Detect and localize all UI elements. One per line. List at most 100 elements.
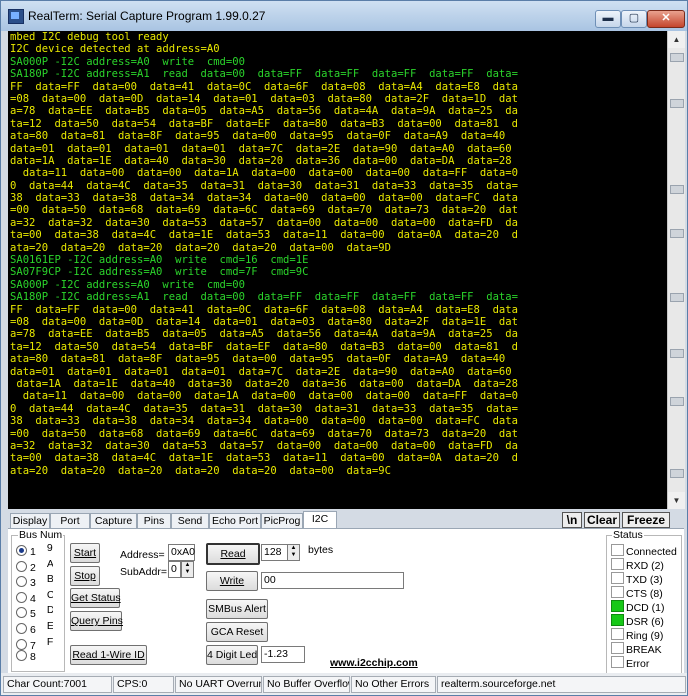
tab-port[interactable]: Port <box>50 513 90 528</box>
bus-num-letter: F <box>46 635 53 648</box>
maximize-button[interactable]: ▢ <box>621 10 647 28</box>
bus-num-letter: 9 <box>46 542 53 554</box>
status-led-icon <box>611 642 624 654</box>
status-item-label: BREAK <box>626 644 662 656</box>
bus-num-option[interactable]: 19 <box>16 541 53 558</box>
bus-num-letter: A <box>46 557 53 570</box>
freeze-button[interactable]: Freeze <box>622 512 670 528</box>
radio-icon[interactable] <box>16 638 27 650</box>
terminal-line: 0 data=44 data=4C data=35 data=31 data=3… <box>10 402 518 415</box>
terminal-scrollbar[interactable]: ▲ ▼ <box>667 31 685 509</box>
status-item: Connected <box>611 544 677 558</box>
window-title: RealTerm: Serial Capture Program 1.99.0.… <box>28 9 266 23</box>
bus-num-letter: D <box>46 604 53 617</box>
close-button[interactable]: ✕ <box>647 10 685 28</box>
radio-icon[interactable] <box>16 650 27 662</box>
title-bar[interactable]: RealTerm: Serial Capture Program 1.99.0.… <box>1 1 687 31</box>
read-1wire-button[interactable]: Read 1-Wire ID <box>70 645 147 665</box>
newline-button[interactable]: \n <box>562 512 582 528</box>
bytes-label: bytes <box>308 544 334 556</box>
tab-picprog[interactable]: PicProg <box>261 513 303 528</box>
bus-num-option[interactable]: 5D <box>16 603 53 620</box>
address-field[interactable]: 0xA0 <box>168 544 195 561</box>
radio-icon[interactable] <box>16 623 27 634</box>
scroll-marker <box>670 293 684 302</box>
status-item-label: TXD (3) <box>626 574 663 586</box>
tab-send[interactable]: Send <box>171 513 209 528</box>
status-led-icon <box>611 586 624 598</box>
radio-selected-icon[interactable] <box>16 545 27 556</box>
scroll-up-icon[interactable]: ▲ <box>668 31 685 48</box>
terminal-line: data=1A data=1E data=40 data=30 data=20 … <box>10 154 512 167</box>
stop-button[interactable]: Stop <box>70 566 100 586</box>
start-button[interactable]: Start <box>70 543 100 563</box>
read-count-spinner[interactable]: ▲ ▼ <box>287 544 300 561</box>
smbus-alert-button[interactable]: SMBus Alert <box>206 599 268 619</box>
digit-led-field[interactable]: -1.23 <box>261 646 305 663</box>
scroll-marker <box>670 185 684 194</box>
terminal-line: ata=80 data=81 data=8F data=95 data=00 d… <box>10 353 506 366</box>
status-item: TXD (3) <box>611 572 663 586</box>
minimize-button[interactable]: ▬ <box>595 10 621 28</box>
clear-button[interactable]: Clear <box>584 512 620 528</box>
tab-capture[interactable]: Capture <box>90 513 137 528</box>
buffer-overflow-indicator: No Buffer Overflow <box>263 676 350 693</box>
write-data-field[interactable]: 00 <box>261 572 404 589</box>
i2cchip-link[interactable]: www.i2cchip.com <box>330 657 418 669</box>
tab-echo-port[interactable]: Echo Port <box>209 513 261 528</box>
bus-num-option[interactable]: 2A <box>16 557 53 574</box>
terminal-line: =00 data=50 data=68 data=69 data=6C data… <box>10 427 518 440</box>
bus-num-option[interactable]: 6E <box>16 619 53 636</box>
status-item-label: RXD (2) <box>626 560 664 572</box>
read-count-field[interactable]: 128 <box>261 544 288 561</box>
subaddr-spinner[interactable]: ▲ ▼ <box>181 561 194 578</box>
status-led-icon <box>611 544 624 556</box>
terminal-output[interactable]: mbed I2C debug tool ready I2C device dete… <box>8 31 667 509</box>
radio-icon[interactable] <box>16 607 27 619</box>
terminal-line: FF data=FF data=00 data=41 data=0C data=… <box>10 303 518 316</box>
bus-num-option[interactable]: 4C <box>16 588 53 605</box>
status-item-label: DSR (6) <box>626 616 664 628</box>
get-status-button[interactable]: Get Status <box>70 588 121 608</box>
radio-icon[interactable] <box>16 576 27 588</box>
scroll-marker <box>670 53 684 62</box>
terminal-line: ata=80 data=81 data=8F data=95 data=00 d… <box>10 130 506 143</box>
tab-i2c[interactable]: I2C <box>303 511 337 529</box>
terminal-lines: mbed I2C debug tool ready I2C device dete… <box>10 31 518 477</box>
bus-num-option[interactable]: 3B <box>16 572 53 589</box>
tab-display[interactable]: Display <box>10 513 50 528</box>
radio-icon[interactable] <box>16 560 27 572</box>
terminal-line: SA180P -I2C address=A1 read data=00 data… <box>10 291 518 304</box>
status-led-icon <box>611 600 624 612</box>
status-led-icon <box>611 656 624 668</box>
subaddr-field[interactable]: 0 <box>168 561 181 578</box>
scroll-marker <box>670 397 684 406</box>
tab-pins[interactable]: Pins <box>137 513 171 528</box>
scroll-down-icon[interactable]: ▼ <box>668 492 685 509</box>
digit-led-button[interactable]: 4 Digit Led <box>206 645 258 665</box>
terminal-line: ta=00 data=38 data=4C data=1E data=53 da… <box>10 452 518 465</box>
terminal-line: data=11 data=00 data=00 data=1A data=00 … <box>10 390 518 403</box>
terminal-line: a=32 data=32 data=30 data=53 data=57 dat… <box>10 439 518 452</box>
write-button[interactable]: Write <box>206 571 258 591</box>
status-label: Status <box>612 529 644 541</box>
read-button[interactable]: Read <box>206 543 260 565</box>
terminal-line: a=78 data=EE data=B5 data=05 data=A5 dat… <box>10 105 518 118</box>
status-group: Status Connected RXD (2) TXD (3) CTS (8) DCD… <box>606 529 682 674</box>
status-item: RXD (2) <box>611 558 664 572</box>
bus-num-option[interactable]: 7F <box>16 635 53 652</box>
terminal-line: data=01 data=01 data=01 data=01 data=7C … <box>10 142 512 155</box>
radio-icon[interactable] <box>16 591 27 603</box>
scroll-marker <box>670 349 684 358</box>
terminal-line: FF data=FF data=00 data=41 data=0C data=… <box>10 80 518 93</box>
site-label: realterm.sourceforge.net <box>437 676 686 693</box>
scroll-thumb[interactable] <box>670 469 684 478</box>
status-item: Ring (9) <box>611 628 663 642</box>
gca-reset-button[interactable]: GCA Reset <box>206 622 268 642</box>
query-pins-button[interactable]: Query Pins <box>70 611 123 631</box>
terminal-line: data=1A data=1E data=40 data=30 data=20 … <box>10 377 518 390</box>
bus-num-option[interactable]: 8 <box>16 650 53 664</box>
terminal-line: ta=12 data=50 data=54 data=BF data=EF da… <box>10 340 518 353</box>
terminal-line: ta=00 data=38 data=4C data=1E data=53 da… <box>10 229 518 242</box>
status-item-label: Error <box>626 658 650 670</box>
